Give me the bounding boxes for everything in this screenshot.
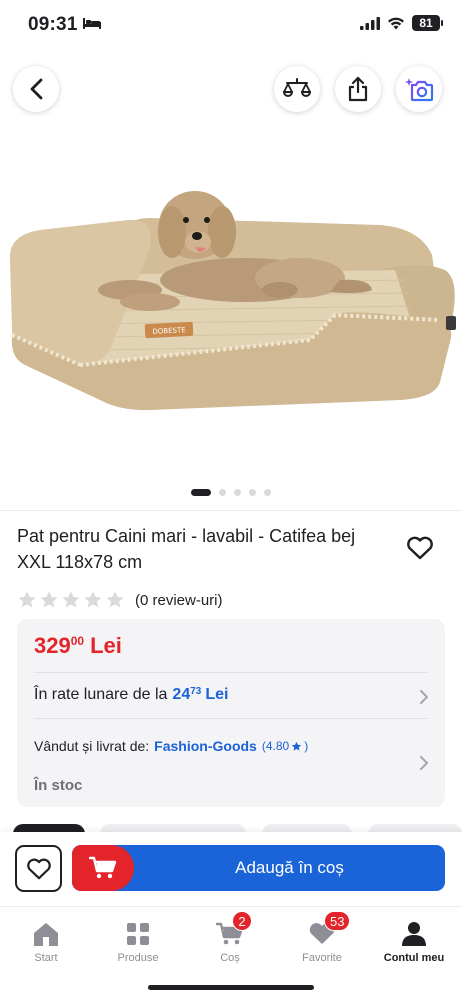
seller-rating-value: (4.80 [261,739,290,753]
tab-contul-meu[interactable]: Contul meu [368,921,460,964]
divider [0,510,462,511]
camera-sparkle-icon [405,78,434,102]
carousel-dot-2[interactable] [219,489,226,496]
bed-icon [83,18,101,29]
installments-amount-main: 24 [172,686,191,703]
signal-icon [360,16,380,30]
card-divider [34,718,428,719]
installments-currency: Lei [205,686,229,703]
tab-label: Contul meu [383,952,445,964]
carousel-dot-4[interactable] [249,489,256,496]
heart-icon-wrap: 53 [308,911,351,947]
chevron-right-icon [420,690,428,704]
favorites-count-badge: 53 [324,911,351,931]
wifi-icon [388,17,404,29]
product-price: 329 00 Lei [34,633,122,659]
carousel-dot-5[interactable] [264,489,271,496]
visual-search-button[interactable] [396,66,442,112]
carousel-dot-3[interactable] [234,489,241,496]
heart-icon [26,858,51,879]
cart-icon-wrap: 2 [215,911,252,947]
seller-prefix: Vândut și livrat de: [34,738,150,754]
star-icon [18,591,36,608]
star-icon [84,591,102,608]
stock-status: În stoc [34,777,83,794]
review-count-link[interactable]: (0 review-uri) [135,592,223,609]
product-title: Pat pentru Caini mari - lavabil - Catife… [17,526,356,572]
share-icon [348,76,368,102]
star-icon [62,591,80,608]
product-image[interactable]: DOBESTE [0,120,462,500]
star-rating [17,590,125,610]
star-filled-icon [292,741,302,751]
tab-start[interactable]: Start [0,921,92,964]
price-main: 329 [34,633,71,658]
tab-favorite[interactable]: 53 Favorite [276,911,368,964]
grid-icon [127,923,149,945]
image-carousel-dots[interactable] [0,489,462,496]
card-divider [34,672,428,673]
status-indicators: 81 [360,15,443,31]
add-to-cart-label: Adaugă în coș [235,858,344,877]
price-currency: Lei [90,633,122,658]
tab-cos[interactable]: 2 Coș [184,911,276,964]
share-button[interactable] [335,66,381,112]
star-icon [106,591,124,608]
battery-indicator: 81 [412,15,443,31]
battery-level: 81 [419,16,433,30]
seller-name-link[interactable]: Fashion-Goods [154,738,257,754]
seller-row[interactable]: Vândut și livrat de: Fashion-Goods (4.80… [34,738,308,754]
carousel-dot-1[interactable] [191,489,211,496]
cart-count-badge: 2 [232,911,252,931]
chevron-left-icon [30,78,43,100]
installments-amount: 24 73 Lei [172,686,228,704]
tab-label: Start [34,952,58,964]
cart-icon [89,856,117,879]
compare-button[interactable] [274,66,320,112]
home-indicator[interactable] [148,985,314,990]
price-cents: 00 [70,634,85,648]
tab-label: Produse [117,952,159,964]
tab-produse[interactable]: Produse [92,921,184,964]
status-bar: 09:31 81 [0,0,462,50]
tab-label: Favorite [302,952,342,964]
back-button[interactable] [13,66,59,112]
tab-label: Coș [220,952,240,964]
price-card: 329 00 Lei În rate lunare de la 24 73 Le… [17,619,445,807]
dog-bed-illustration: DOBESTE [9,191,456,411]
seller-rating-close: ) [304,739,309,753]
home-icon [34,923,58,946]
scale-icon [283,78,311,97]
add-to-cart-icon-area [72,845,134,891]
seller-rating: (4.80 ) [262,739,308,753]
add-to-favorites-heart-icon[interactable] [406,536,434,560]
wishlist-button[interactable] [15,845,62,892]
add-to-cart-button[interactable]: Adaugă în coș [72,845,445,891]
star-icon [40,591,58,608]
installments-row[interactable]: În rate lunare de la 24 73 Lei [34,686,228,704]
variant-tabs-peek [0,824,462,838]
action-bar: Adaugă în coș [0,832,462,906]
status-time: 09:31 [28,14,78,35]
installments-amount-cents: 73 [190,686,202,697]
rating-row[interactable]: (0 review-uri) [17,590,223,610]
user-icon [402,922,426,946]
installments-prefix: În rate lunare de la [34,686,168,703]
chevron-right-icon [420,756,428,770]
